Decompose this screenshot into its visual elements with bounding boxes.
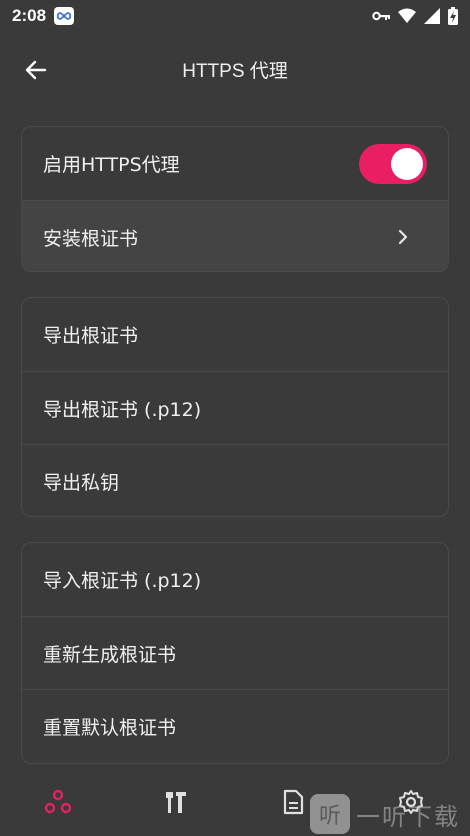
export-root-cert-row[interactable]: 导出根证书 xyxy=(22,298,448,371)
enable-https-proxy-toggle[interactable] xyxy=(359,143,427,184)
status-bar: 2:08 xyxy=(0,0,470,32)
enable-https-proxy-row[interactable]: 启用HTTPS代理 xyxy=(22,127,448,200)
nav-item-network[interactable] xyxy=(38,782,78,822)
watermark-text: 一听下载 xyxy=(356,802,460,831)
export-root-cert-label: 导出根证书 xyxy=(43,325,139,347)
export-root-cert-p12-label: 导出根证书 (.p12) xyxy=(43,398,202,421)
document-icon xyxy=(283,789,304,815)
signal-icon xyxy=(424,8,440,24)
wifi-icon xyxy=(398,8,416,24)
app-bar: HTTPS 代理 xyxy=(0,32,470,104)
install-root-cert-row[interactable]: 安装根证书 xyxy=(22,200,448,271)
enable-https-proxy-label: 启用HTTPS代理 xyxy=(43,154,180,176)
status-icons xyxy=(372,7,458,25)
nav-item-tools[interactable] xyxy=(156,782,196,822)
watermark-glyph: 听 xyxy=(310,794,350,834)
watermark-logo: 听 一听下载 xyxy=(310,792,470,836)
regenerate-root-cert-label: 重新生成根证书 xyxy=(43,643,177,666)
regenerate-root-cert-row[interactable]: 重新生成根证书 xyxy=(22,616,448,689)
chevron-right-icon xyxy=(397,228,409,246)
export-root-cert-p12-row[interactable]: 导出根证书 (.p12) xyxy=(22,371,448,444)
import-root-cert-p12-row[interactable]: 导入根证书 (.p12) xyxy=(22,543,448,616)
battery-charging-icon xyxy=(448,7,458,25)
export-private-key-row[interactable]: 导出私钥 xyxy=(22,444,448,516)
infinity-app-icon xyxy=(54,7,75,25)
tools-icon xyxy=(166,792,186,813)
page-title: HTTPS 代理 xyxy=(182,61,288,82)
network-nodes-icon xyxy=(44,789,72,814)
manage-cert-card: 导入根证书 (.p12) 重新生成根证书 重置默认根证书 xyxy=(21,542,449,764)
install-root-cert-label: 安装根证书 xyxy=(43,227,139,250)
reset-default-root-cert-row[interactable]: 重置默认根证书 xyxy=(22,689,448,762)
nav-item-logs[interactable] xyxy=(273,782,313,822)
reset-default-root-cert-label: 重置默认根证书 xyxy=(43,716,177,739)
export-card: 导出根证书 导出根证书 (.p12) 导出私钥 xyxy=(21,297,449,517)
vpn-key-icon xyxy=(372,10,390,22)
proxy-settings-card: 启用HTTPS代理 安装根证书 xyxy=(21,126,449,272)
import-root-cert-p12-label: 导入根证书 (.p12) xyxy=(43,570,202,592)
status-time: 2:08 xyxy=(12,6,47,25)
export-private-key-label: 导出私钥 xyxy=(43,471,120,494)
toggle-knob xyxy=(391,147,423,180)
